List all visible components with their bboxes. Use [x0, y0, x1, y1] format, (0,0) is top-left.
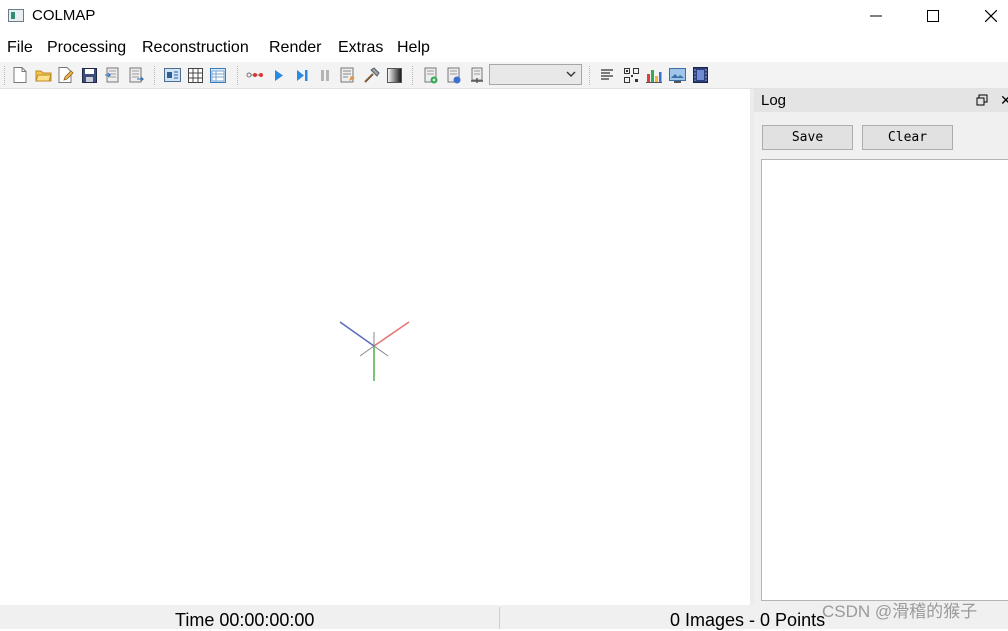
minimize-button[interactable]: [853, 0, 899, 32]
step-reconstruction-icon[interactable]: [293, 66, 311, 84]
toolbar-separator: [589, 66, 592, 85]
reconstruction-stats-icon[interactable]: [645, 66, 663, 84]
show-log-icon[interactable]: [599, 66, 617, 84]
log-title: Log: [761, 92, 787, 109]
new-project-icon[interactable]: [11, 66, 29, 84]
toolbar-separator: [154, 66, 157, 85]
axis-x: [373, 321, 410, 347]
menu-file[interactable]: File: [7, 39, 33, 57]
coordinate-axes: [339, 321, 410, 381]
toolbar-separator: [237, 66, 240, 85]
status-counts: 0 Images - 0 Points: [670, 610, 826, 630]
dense-reconstruction-icon[interactable]: [385, 66, 403, 84]
import-icon[interactable]: [103, 66, 121, 84]
grab-image-icon[interactable]: [445, 66, 463, 84]
reconstruction-select[interactable]: [489, 64, 582, 85]
status-divider: [499, 607, 500, 629]
clear-button[interactable]: Clear: [862, 125, 953, 150]
close-dock-button[interactable]: ✕: [1000, 92, 1008, 109]
log-dock-title: Log ✕: [754, 89, 1008, 112]
close-icon: [985, 10, 997, 22]
bundle-adjustment-icon[interactable]: [362, 66, 380, 84]
automatic-reconstruction-icon[interactable]: [246, 66, 264, 84]
axis-x-negative: [359, 345, 375, 357]
log-panel: Save Clear: [754, 112, 1008, 605]
menu-bar: File Processing Reconstruction Render Ex…: [0, 34, 1008, 62]
log-text-area[interactable]: [761, 159, 1008, 601]
feature-extraction-icon[interactable]: [163, 66, 181, 84]
export-icon[interactable]: [127, 66, 145, 84]
window-title: COLMAP: [32, 7, 96, 24]
grab-movie-icon[interactable]: [468, 66, 486, 84]
edit-project-icon[interactable]: [57, 66, 75, 84]
menu-render[interactable]: Render: [269, 39, 321, 57]
open-project-icon[interactable]: [34, 66, 52, 84]
match-matrix-icon[interactable]: [622, 66, 640, 84]
float-dock-button[interactable]: [976, 93, 990, 107]
axis-z-negative: [373, 345, 389, 357]
minimize-icon: [870, 15, 882, 17]
maximize-button[interactable]: [910, 0, 956, 32]
reconstruction-options-icon[interactable]: [339, 66, 357, 84]
watermark: CSDN @滑稽的猴子: [822, 602, 978, 621]
menu-reconstruction[interactable]: Reconstruction: [142, 39, 249, 57]
restore-icon: [976, 94, 988, 106]
save-button[interactable]: Save: [762, 125, 853, 150]
save-project-icon[interactable]: [80, 66, 98, 84]
app-icon: [8, 9, 24, 22]
status-time: Time 00:00:00:00: [175, 610, 315, 630]
model-viewport[interactable]: [0, 89, 750, 605]
menu-help[interactable]: Help: [397, 39, 430, 57]
close-button[interactable]: [968, 0, 1008, 32]
feature-matching-icon[interactable]: [186, 66, 204, 84]
maximize-icon: [927, 10, 939, 22]
render-options-icon[interactable]: [422, 66, 440, 84]
chevron-down-icon: [566, 71, 576, 77]
undistort-icon[interactable]: [668, 66, 686, 84]
axis-z: [339, 321, 375, 347]
start-reconstruction-icon[interactable]: [270, 66, 288, 84]
movie-icon[interactable]: [691, 66, 709, 84]
toolbar-separator: [412, 66, 415, 85]
menu-processing[interactable]: Processing: [47, 39, 126, 57]
toolbar-handle[interactable]: [4, 66, 7, 85]
menu-extras[interactable]: Extras: [338, 39, 383, 57]
pause-reconstruction-icon[interactable]: [316, 66, 334, 84]
database-management-icon[interactable]: [209, 66, 227, 84]
title-bar: COLMAP: [0, 0, 1008, 34]
